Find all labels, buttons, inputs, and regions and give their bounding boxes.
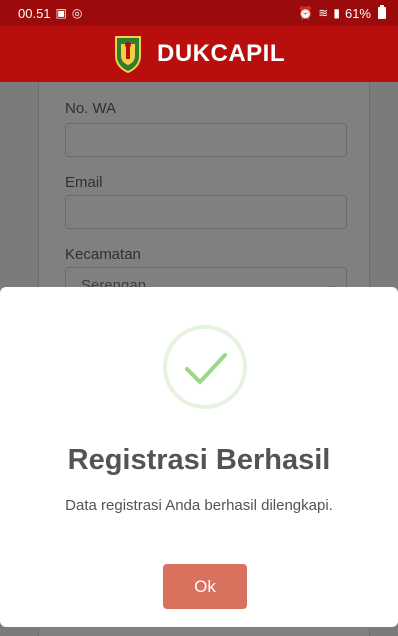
app-header: DUKCAPIL — [0, 26, 398, 82]
coat-of-arms-logo — [115, 36, 141, 74]
battery-level: 61% — [344, 5, 371, 21]
status-time: 00.51 — [18, 5, 51, 21]
image-icon: ▣ — [55, 6, 67, 20]
whatsapp-icon: ◎ — [71, 6, 83, 20]
email-label: Email — [65, 174, 103, 191]
status-right: ⏰ ≋ ▮ 61% — [298, 5, 386, 21]
app-title: DUKCAPIL — [157, 40, 285, 67]
wifi-icon: ≋ — [318, 6, 329, 20]
battery-icon — [378, 5, 386, 19]
status-bar: 00.51 ▣ ◎ ⏰ ≋ ▮ 61% — [0, 0, 398, 26]
status-left: 00.51 ▣ ◎ — [18, 6, 82, 21]
wa-label: No. WA — [65, 100, 117, 117]
kecamatan-label: Kecamatan — [65, 246, 141, 263]
alarm-icon: ⏰ — [298, 6, 314, 20]
success-modal: Registrasi Berhasil Data registrasi Anda… — [0, 287, 398, 627]
success-icon-circle — [163, 325, 247, 409]
modal-title: Registrasi Berhasil — [67, 444, 331, 476]
signal-icon: ▮ — [333, 6, 340, 20]
check-icon — [185, 353, 227, 384]
modal-message: Data registrasi Anda berhasil dilengkapi… — [65, 497, 333, 514]
ok-button[interactable]: Ok — [163, 564, 247, 609]
wa-input[interactable] — [65, 123, 347, 157]
email-input[interactable] — [65, 195, 347, 229]
form-bottom-edge — [38, 627, 370, 636]
